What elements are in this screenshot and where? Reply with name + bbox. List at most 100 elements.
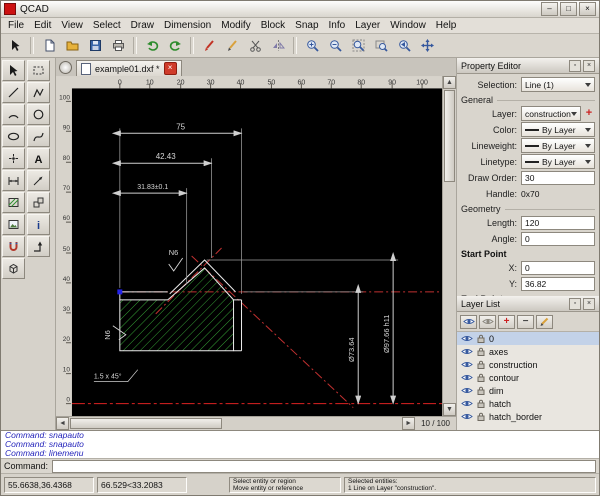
menu-dimension[interactable]: Dimension — [159, 19, 216, 32]
tool-modify[interactable] — [27, 236, 50, 257]
save-button[interactable] — [84, 35, 106, 56]
pen-button[interactable] — [198, 35, 220, 56]
menu-help[interactable]: Help — [431, 19, 462, 32]
menu-draw[interactable]: Draw — [126, 19, 159, 32]
tool-spline[interactable] — [27, 126, 50, 147]
layer-dropdown[interactable]: construction — [521, 106, 581, 121]
hide-all-layers-button[interactable] — [479, 315, 496, 329]
menu-modify[interactable]: Modify — [216, 19, 255, 32]
lock-icon[interactable] — [477, 347, 485, 356]
layer-row[interactable]: dim — [457, 384, 599, 397]
menu-file[interactable]: File — [3, 19, 29, 32]
menu-info[interactable]: Info — [324, 19, 351, 32]
remove-layer-button[interactable]: − — [517, 315, 534, 329]
vertical-scrollbar[interactable]: ▲ ▼ — [442, 76, 456, 416]
layer-list-header[interactable]: Layer List ▫ × — [457, 296, 599, 312]
layer-row[interactable]: axes — [457, 345, 599, 358]
tool-hatch[interactable] — [2, 192, 25, 213]
lock-icon[interactable] — [477, 412, 485, 421]
select-tool-button[interactable] — [4, 35, 26, 56]
layer-row[interactable]: hatch_border — [457, 410, 599, 423]
tool-arc[interactable] — [2, 104, 25, 125]
lock-icon[interactable] — [477, 334, 485, 343]
zoom-window-button[interactable] — [370, 35, 392, 56]
menu-snap[interactable]: Snap — [290, 19, 323, 32]
maximize-button[interactable]: □ — [560, 2, 577, 16]
layer-row[interactable]: 0 — [457, 332, 599, 345]
draw-order-field[interactable]: 30 — [521, 171, 595, 185]
print-button[interactable] — [107, 35, 129, 56]
lock-icon[interactable] — [477, 399, 485, 408]
tool-select[interactable] — [2, 60, 25, 81]
new-file-button[interactable] — [38, 35, 60, 56]
eye-icon[interactable] — [461, 347, 473, 356]
dock-float-icon[interactable]: ▫ — [569, 60, 581, 72]
zoom-in-button[interactable] — [301, 35, 323, 56]
pencil-button[interactable] — [221, 35, 243, 56]
layer-row[interactable]: construction — [457, 358, 599, 371]
document-tab[interactable]: example01.dxf * × — [76, 60, 182, 76]
tool-3d-view[interactable] — [2, 258, 25, 279]
undo-button[interactable] — [141, 35, 163, 56]
tool-image[interactable] — [2, 214, 25, 235]
menu-view[interactable]: View — [56, 19, 88, 32]
selection-handle[interactable] — [117, 289, 122, 294]
scroll-down-icon[interactable]: ▼ — [443, 403, 456, 416]
eye-icon[interactable] — [461, 386, 473, 395]
start-x-field[interactable]: 0 — [521, 261, 595, 275]
add-layer-button[interactable]: + — [498, 315, 515, 329]
linetype-dropdown[interactable]: By Layer — [521, 154, 595, 169]
lock-icon[interactable] — [477, 360, 485, 369]
tool-circle[interactable] — [27, 104, 50, 125]
add-layer-button[interactable]: + — [583, 108, 595, 120]
tab-close-button[interactable]: × — [164, 62, 177, 75]
layer-row[interactable]: contour — [457, 371, 599, 384]
horizontal-scroll-thumb[interactable] — [70, 418, 222, 429]
tool-leader[interactable] — [27, 170, 50, 191]
dock-float-icon[interactable]: ▫ — [569, 298, 581, 310]
cut-button[interactable] — [244, 35, 266, 56]
layer-row[interactable]: hatch — [457, 397, 599, 410]
edit-layer-button[interactable] — [536, 315, 553, 329]
dock-close-icon[interactable]: × — [583, 298, 595, 310]
zoom-out-button[interactable] — [324, 35, 346, 56]
eye-icon[interactable] — [461, 360, 473, 369]
start-y-field[interactable]: 36.82 — [521, 277, 595, 291]
zoom-auto-button[interactable] — [347, 35, 369, 56]
mirror-button[interactable] — [267, 35, 289, 56]
lock-icon[interactable] — [477, 373, 485, 382]
eye-icon[interactable] — [461, 373, 473, 382]
angle-field[interactable]: 0 — [521, 232, 595, 246]
vertical-scroll-thumb[interactable] — [444, 90, 455, 182]
lock-icon[interactable] — [477, 386, 485, 395]
scroll-track[interactable] — [223, 417, 402, 430]
show-all-layers-button[interactable] — [460, 315, 477, 329]
menu-layer[interactable]: Layer — [350, 19, 385, 32]
dock-close-icon[interactable]: × — [583, 60, 595, 72]
length-field[interactable]: 120 — [521, 216, 595, 230]
scroll-up-icon[interactable]: ▲ — [443, 76, 456, 89]
menu-edit[interactable]: Edit — [29, 19, 56, 32]
menu-select[interactable]: Select — [88, 19, 126, 32]
scroll-right-icon[interactable]: ► — [402, 417, 415, 430]
minimize-button[interactable]: – — [541, 2, 558, 16]
scroll-left-icon[interactable]: ◄ — [56, 417, 69, 430]
tab-menu-icon[interactable] — [59, 61, 72, 74]
drawing-canvas[interactable]: 0 10 20 30 40 50 60 70 80 90 100 — [56, 76, 442, 425]
tool-dimension[interactable] — [2, 170, 25, 191]
tool-point[interactable] — [2, 148, 25, 169]
eye-icon[interactable] — [461, 399, 473, 408]
tool-block[interactable] — [27, 192, 50, 213]
selection-dropdown[interactable]: Line (1) — [521, 77, 595, 92]
scroll-track[interactable] — [443, 183, 456, 403]
tool-snap[interactable] — [2, 236, 25, 257]
tool-text[interactable]: A — [27, 148, 50, 169]
menu-block[interactable]: Block — [256, 19, 290, 32]
zoom-previous-button[interactable] — [393, 35, 415, 56]
tool-info[interactable]: i — [27, 214, 50, 235]
tool-line[interactable] — [2, 82, 25, 103]
close-button[interactable]: × — [579, 2, 596, 16]
property-editor-header[interactable]: Property Editor ▫ × — [457, 58, 599, 74]
open-file-button[interactable] — [61, 35, 83, 56]
tool-deselect[interactable] — [27, 60, 50, 81]
